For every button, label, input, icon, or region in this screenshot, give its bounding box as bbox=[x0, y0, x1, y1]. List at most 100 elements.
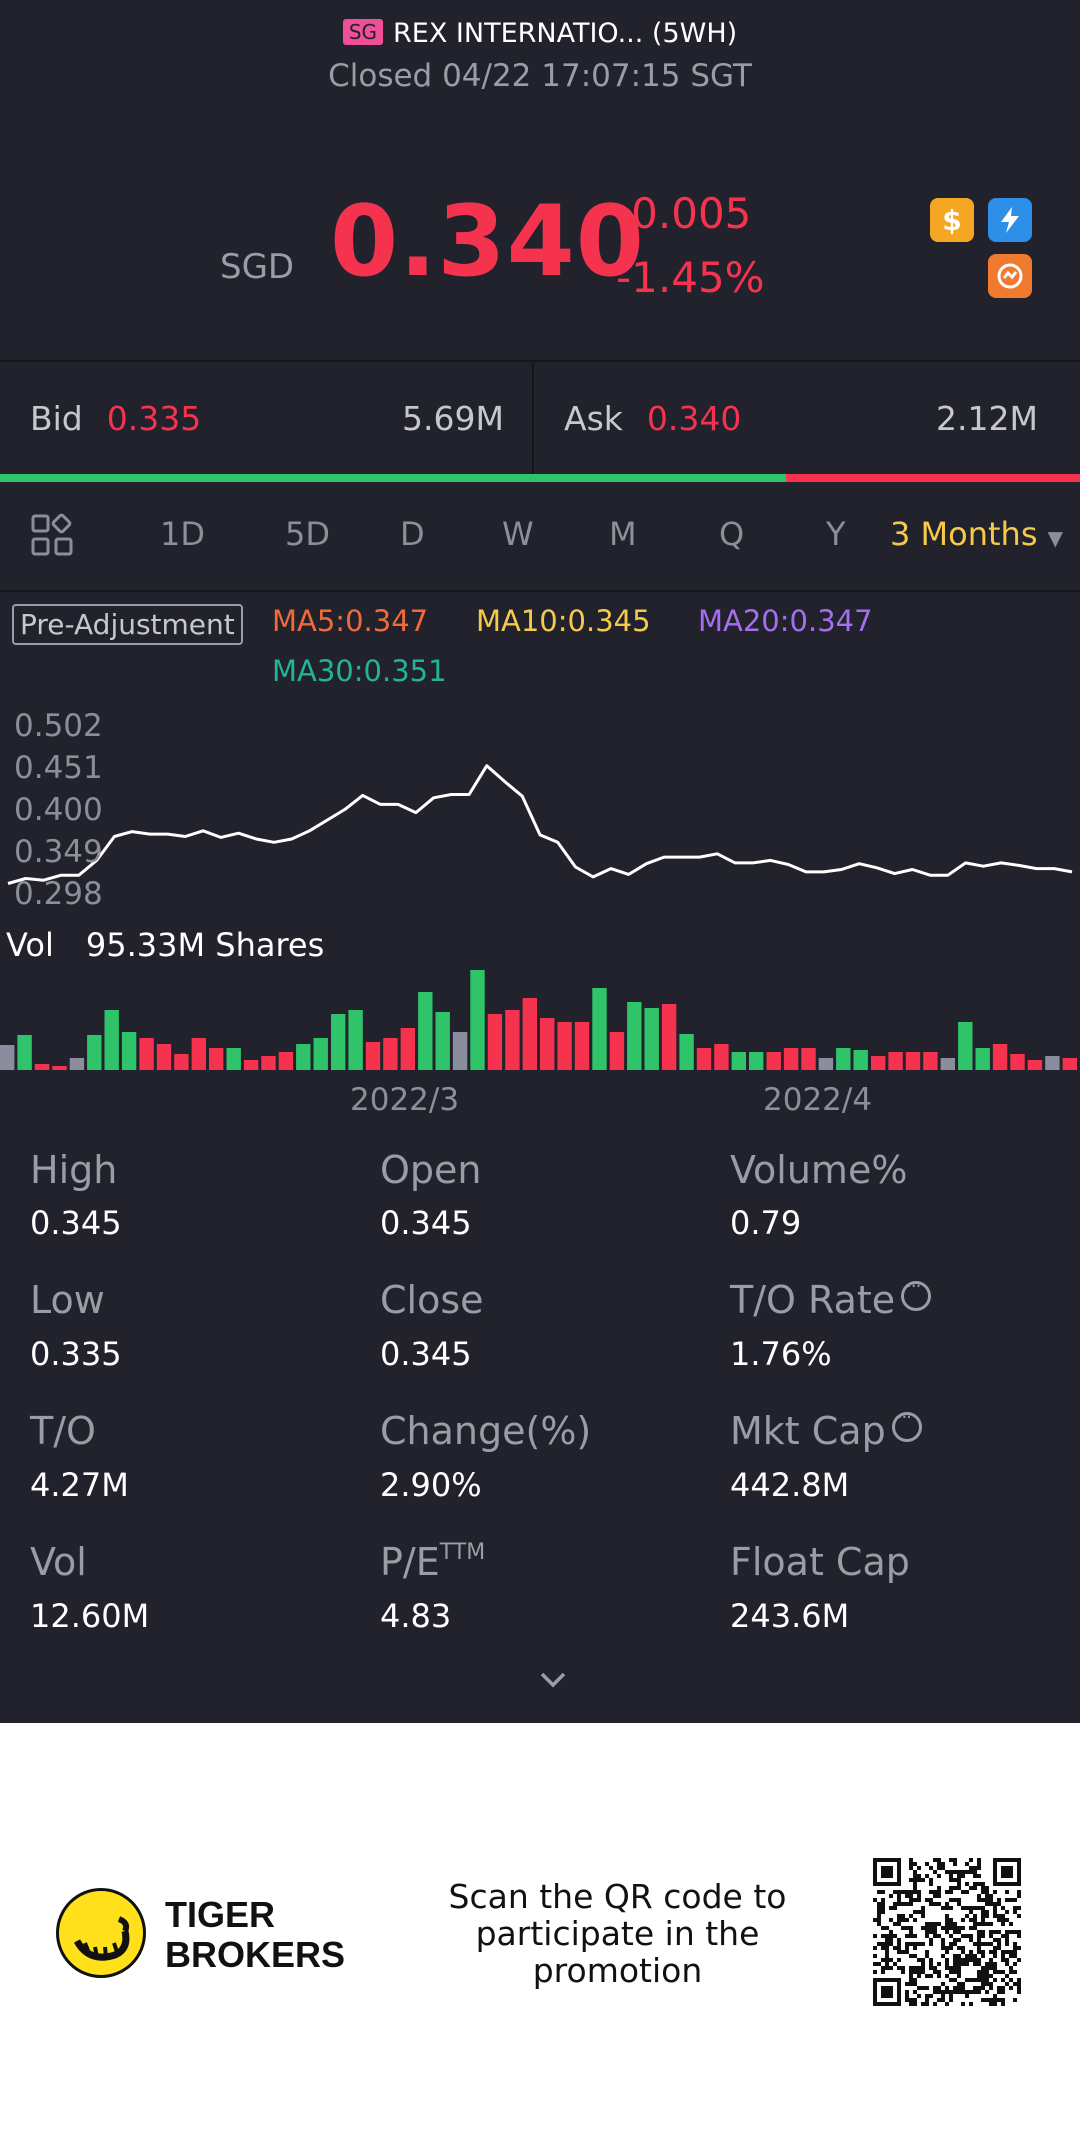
stock-title[interactable]: SG REX INTERNATIO... (5WH) bbox=[0, 18, 1080, 49]
tab-w[interactable]: W bbox=[502, 515, 534, 553]
volume-bar bbox=[0, 1045, 15, 1070]
qr-module bbox=[925, 1986, 929, 1990]
qr-module bbox=[873, 1962, 877, 1966]
tab-m[interactable]: M bbox=[609, 515, 637, 553]
volume-bar bbox=[992, 1044, 1008, 1070]
volume-bar bbox=[261, 1056, 276, 1070]
qr-module bbox=[897, 1938, 901, 1942]
layout-grid-icon[interactable] bbox=[30, 513, 74, 557]
tab-1d[interactable]: 1D bbox=[160, 515, 205, 553]
qr-module bbox=[997, 1990, 1001, 1994]
volume-bar bbox=[52, 1066, 67, 1070]
volume-bar bbox=[383, 1038, 398, 1070]
qr-module bbox=[945, 1926, 949, 1930]
qr-module bbox=[985, 1962, 989, 1966]
qr-module bbox=[877, 1914, 881, 1918]
selected-period-label: 3 Months bbox=[890, 515, 1038, 553]
price-block: SGD 0.340 -0.005 -1.45% bbox=[0, 185, 1080, 305]
qr-module bbox=[1001, 1978, 1005, 1982]
qr-module bbox=[933, 1986, 937, 1990]
ma30-label: MA30:0.351 bbox=[272, 654, 447, 688]
qr-module bbox=[965, 1990, 969, 1994]
swap-icon[interactable] bbox=[988, 254, 1032, 298]
qr-module bbox=[997, 1902, 1001, 1906]
qr-module bbox=[977, 1882, 981, 1886]
qr-module bbox=[889, 1906, 893, 1910]
tab-5d[interactable]: 5D bbox=[285, 515, 330, 553]
volume-bar bbox=[940, 1058, 955, 1070]
volume-bar bbox=[574, 1022, 590, 1070]
qr-module bbox=[1001, 1958, 1005, 1962]
volume-chart[interactable] bbox=[0, 960, 1080, 1072]
qr-module bbox=[945, 1966, 949, 1970]
stat-value: 442.8M bbox=[730, 1466, 850, 1504]
qr-module bbox=[945, 2002, 949, 2006]
qr-module bbox=[1009, 1970, 1013, 1974]
qr-module bbox=[969, 1958, 973, 1962]
pre-adjustment-toggle[interactable]: Pre-Adjustment bbox=[12, 604, 243, 645]
ask-cell[interactable]: Ask 0.340 2.12M bbox=[534, 362, 1066, 474]
qr-module bbox=[1013, 1946, 1017, 1950]
qr-module bbox=[913, 1970, 917, 1974]
qr-module bbox=[961, 1926, 965, 1930]
qr-code[interactable] bbox=[873, 1858, 1021, 2006]
stat-label: T/O bbox=[30, 1409, 96, 1453]
qr-module bbox=[901, 1926, 905, 1930]
price-chart[interactable] bbox=[0, 700, 1080, 910]
qr-module bbox=[933, 1926, 937, 1930]
qr-module bbox=[921, 1942, 925, 1946]
tab-y[interactable]: Y bbox=[826, 515, 846, 553]
qr-module bbox=[1017, 1986, 1021, 1990]
qr-module bbox=[969, 1938, 973, 1942]
qr-module bbox=[925, 1994, 929, 1998]
qr-module bbox=[965, 1882, 969, 1886]
tab-d[interactable]: D bbox=[400, 515, 425, 553]
info-icon[interactable] bbox=[891, 1407, 922, 1442]
divider bbox=[0, 590, 1080, 592]
qr-module bbox=[909, 1894, 913, 1898]
promo-line: participate in the bbox=[475, 1914, 760, 1953]
qr-module bbox=[969, 2002, 973, 2006]
tab-q[interactable]: Q bbox=[719, 515, 744, 553]
qr-module bbox=[989, 1930, 993, 1934]
qr-module bbox=[925, 1862, 929, 1866]
qr-module bbox=[989, 1982, 993, 1986]
qr-module bbox=[985, 1910, 989, 1914]
qr-module bbox=[957, 1930, 961, 1934]
volume-bar bbox=[749, 1052, 764, 1070]
qr-module bbox=[985, 1998, 989, 2002]
qr-module bbox=[953, 1986, 957, 1990]
qr-module bbox=[953, 1930, 957, 1934]
qr-module bbox=[957, 1982, 961, 1986]
qr-module bbox=[893, 1934, 897, 1938]
qr-module bbox=[989, 1922, 993, 1926]
qr-module bbox=[1005, 1942, 1009, 1946]
flash-icon[interactable] bbox=[988, 198, 1032, 242]
qr-module bbox=[1001, 1998, 1005, 2002]
qr-module bbox=[929, 1962, 933, 1966]
qr-module bbox=[885, 1926, 889, 1930]
qr-module bbox=[933, 1858, 937, 1862]
stat-label: Open bbox=[380, 1148, 482, 1192]
qr-module bbox=[901, 1890, 905, 1894]
qr-module bbox=[889, 1918, 893, 1922]
qr-module bbox=[929, 1866, 933, 1870]
volume-bar bbox=[1045, 1056, 1060, 1070]
qr-module bbox=[929, 1878, 933, 1882]
tab-3-months[interactable]: 3 Months ▼ bbox=[890, 515, 1063, 553]
volume-bar bbox=[17, 1035, 32, 1070]
qr-module bbox=[961, 1874, 965, 1878]
volume-bar bbox=[540, 1018, 555, 1070]
dollar-icon[interactable]: $ bbox=[930, 198, 974, 242]
qr-module bbox=[957, 1938, 961, 1942]
info-icon[interactable] bbox=[901, 1276, 932, 1311]
chevron-down-icon[interactable] bbox=[538, 1665, 568, 1695]
bid-cell[interactable]: Bid 0.335 5.69M bbox=[0, 362, 532, 474]
qr-module bbox=[1017, 1934, 1021, 1938]
bid-ask-row[interactable]: Bid 0.335 5.69M Ask 0.340 2.12M bbox=[0, 362, 1080, 474]
qr-module bbox=[1013, 1998, 1017, 2002]
qr-module bbox=[981, 1982, 985, 1986]
qr-module bbox=[937, 1890, 941, 1894]
qr-module bbox=[913, 1946, 917, 1950]
qr-module bbox=[981, 1974, 985, 1978]
